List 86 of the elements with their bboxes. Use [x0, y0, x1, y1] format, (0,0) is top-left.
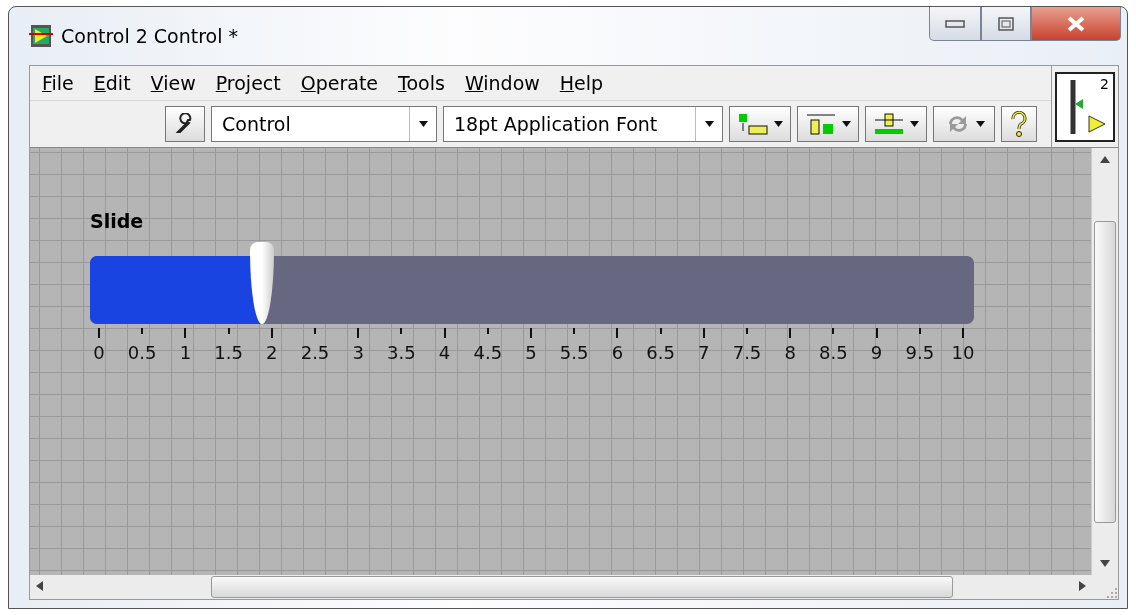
scale-tick	[270, 328, 273, 338]
scale-label: 7.5	[732, 342, 762, 363]
close-icon	[1066, 15, 1086, 32]
scale-tick	[573, 328, 576, 334]
minimize-button[interactable]	[929, 7, 981, 41]
window-title: Control 2 Control *	[61, 25, 239, 47]
scale-label: 5.5	[559, 342, 589, 363]
caret-icon	[910, 121, 919, 127]
scale-label: 4.5	[473, 342, 503, 363]
scale-tick	[702, 328, 705, 338]
caret-icon	[774, 121, 783, 127]
connector-count: 2	[1100, 75, 1109, 92]
scale-tick	[875, 328, 878, 338]
scale-label: 5	[525, 342, 537, 363]
scale-tick	[400, 328, 403, 334]
scale-tick	[789, 328, 792, 338]
menu-item[interactable]: Tools	[390, 70, 453, 96]
scale-label: 9.5	[905, 342, 935, 363]
minimize-icon	[945, 19, 965, 28]
distribute-button[interactable]	[797, 106, 859, 142]
scale-tick	[659, 328, 662, 334]
slider-label: Slide	[90, 210, 145, 232]
scale-tick	[918, 328, 921, 334]
scale-tick	[141, 328, 144, 334]
caret-icon	[976, 121, 985, 127]
scale-label: 3	[352, 342, 364, 363]
maximize-icon	[998, 16, 1014, 31]
scale-label: 8	[784, 342, 796, 363]
caret-icon	[842, 121, 851, 127]
scale-label: 0	[93, 342, 105, 363]
wrench-button[interactable]	[165, 106, 205, 142]
question-mark-icon	[1010, 111, 1028, 137]
menu-item[interactable]: Project	[207, 70, 289, 96]
align-button[interactable]	[729, 106, 791, 142]
resize-button[interactable]	[865, 106, 927, 142]
resize-grip-icon[interactable]	[1106, 587, 1118, 599]
menu-item[interactable]: View	[142, 70, 204, 96]
horizontal-scrollbar[interactable]	[30, 575, 1092, 599]
menu-item[interactable]: Edit	[85, 70, 139, 96]
align-icon	[737, 112, 771, 136]
scale-label: 1.5	[214, 342, 243, 363]
scale-label: 7	[698, 342, 710, 363]
scroll-thumb[interactable]	[1094, 221, 1116, 523]
scroll-up-arrow[interactable]	[1100, 156, 1110, 163]
caret-icon	[418, 121, 428, 127]
menu-item[interactable]: Help	[551, 70, 612, 96]
menu-item[interactable]: File	[34, 70, 82, 96]
font-dropdown[interactable]: 18pt Application Font	[443, 106, 723, 142]
scale-tick	[616, 328, 619, 338]
scale-tick	[227, 328, 230, 334]
help-button[interactable]	[1001, 106, 1037, 142]
menu-item[interactable]: Window	[456, 70, 548, 96]
scroll-right-arrow[interactable]	[1079, 581, 1086, 591]
menu-item[interactable]: Operate	[292, 70, 387, 96]
scale-label: 3.5	[387, 342, 416, 363]
scale-label: 0.5	[127, 342, 157, 363]
scale-label: 2	[266, 342, 278, 363]
maximize-button[interactable]	[981, 7, 1031, 41]
scale-tick	[530, 328, 532, 338]
scale-label: 10	[951, 342, 975, 363]
scale-tick	[443, 328, 446, 338]
scale-tick	[98, 328, 100, 338]
scale-label: 2.5	[300, 342, 330, 363]
scale-tick	[314, 328, 316, 334]
scale-tick	[357, 328, 360, 338]
slider[interactable]	[90, 242, 974, 324]
vertical-scrollbar[interactable]	[1091, 148, 1118, 575]
scale-tick	[832, 328, 835, 334]
scale-label: 6	[611, 342, 624, 363]
scale-tick	[486, 328, 489, 334]
scroll-left-arrow[interactable]	[36, 581, 43, 591]
scale-tick	[746, 328, 748, 334]
scale-label: 8.5	[819, 342, 848, 363]
caret-icon	[704, 121, 714, 127]
control-dropdown[interactable]: Control	[211, 106, 437, 142]
scale-label: 1	[179, 342, 192, 363]
reorder-button[interactable]	[933, 106, 995, 142]
app-icon	[29, 25, 53, 47]
close-button[interactable]	[1031, 7, 1121, 41]
scale-label: 6.5	[646, 342, 675, 363]
scale-label: 9	[870, 342, 883, 363]
scale-tick	[184, 328, 187, 338]
scale-label: 4	[438, 342, 451, 363]
scale-tick	[962, 328, 964, 338]
scroll-down-arrow[interactable]	[1100, 560, 1110, 567]
scroll-thumb[interactable]	[211, 576, 953, 598]
